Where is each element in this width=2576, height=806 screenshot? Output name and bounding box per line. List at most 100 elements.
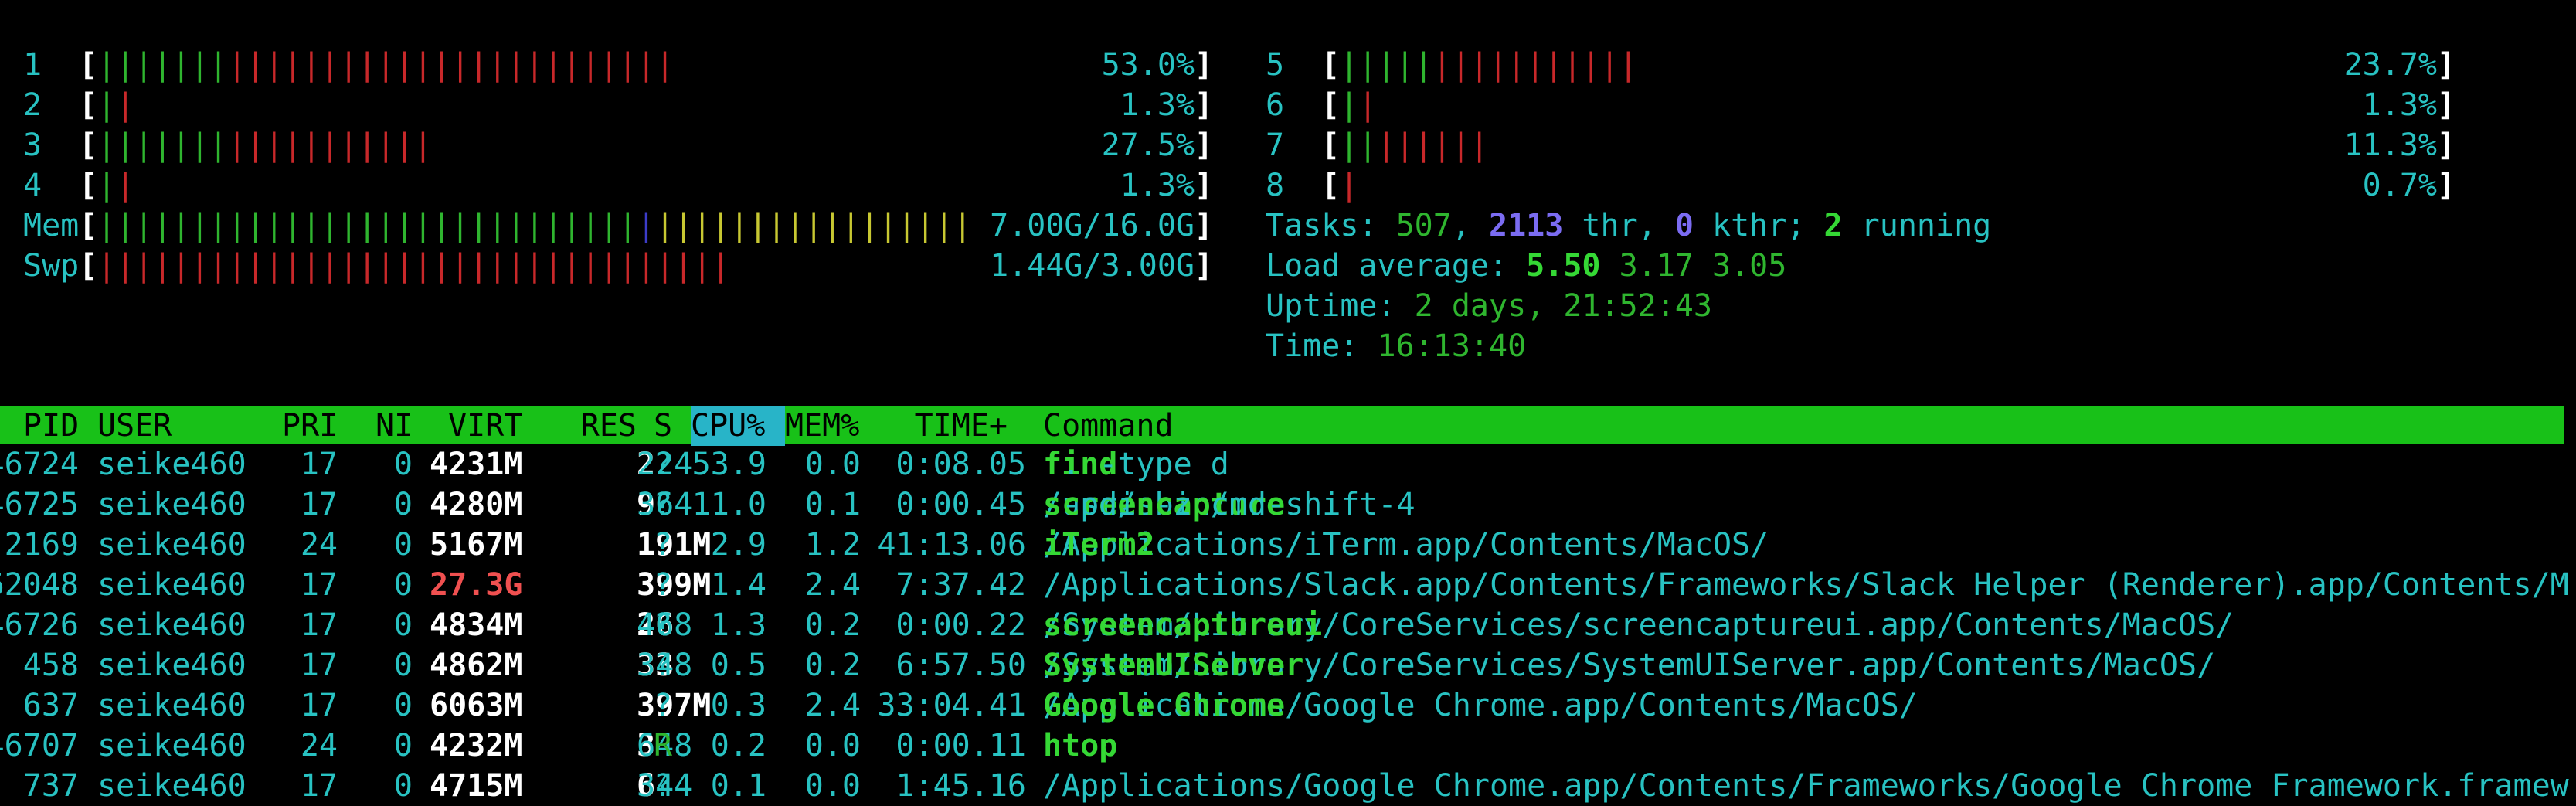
cpu-meter-1: 1[||||||||||||||||||||||||||||||| 53.0%] [23, 45, 1213, 85]
swp-bracket-open: [ [79, 248, 98, 284]
col-virt[interactable]: VIRT [448, 406, 522, 446]
user-cell: seike460 [97, 567, 246, 603]
virt-cell: 4715M [430, 768, 523, 804]
process-row[interactable]: 737 seike460 17 0 4715M 6 344? 0.1 0.0 1:45.16/Ap… [0, 766, 2576, 806]
process-row[interactable]: 46724seike4601704231M2224?53.90.00:08.05… [0, 444, 2576, 485]
process-row[interactable]: 458 seike460 17 0 4862M 33 348? 0.5 0.2 6:57.50/S… [0, 645, 2576, 685]
cpu-bracket-open: [ [1321, 128, 1341, 163]
cpu-system-bars: | [116, 168, 135, 203]
process-row[interactable]: 46726seike4601704834M26468?1.30.20:00.22… [0, 605, 2576, 645]
cpu-label: 8 [1266, 168, 1285, 203]
ni-cell: 0 [393, 487, 413, 522]
pri-cell: 24 [300, 527, 338, 563]
cpu-user-bars: | [1340, 87, 1359, 123]
load-label: Load average: [1266, 248, 1527, 284]
col-user[interactable]: USER [97, 406, 172, 446]
time-cell: 7:37.42 [895, 567, 1026, 603]
mem-cell: 0.2 [804, 648, 861, 683]
cpu-cell: 2.9 [710, 527, 766, 563]
command-name: screencaptureui [1043, 607, 1323, 643]
col-command[interactable]: Command [1043, 406, 1174, 446]
cpu-value: 1.3% [1120, 87, 1195, 123]
time-cell: 0:00.45 [895, 487, 1026, 522]
col-ni[interactable]: NI [376, 406, 413, 446]
load-5min: 3.17 [1619, 248, 1694, 284]
swp-bars: |||||||||||||||||||||||||||||||||| [97, 248, 730, 284]
virt-cell: 4232M [430, 728, 523, 763]
cpu-bars: || [97, 85, 134, 125]
pid-cell: 637 [22, 688, 79, 723]
ni-cell: 0 [393, 648, 413, 683]
mem-cache-bars: ||||||||||||||||| [655, 208, 972, 243]
swp-value: 1.44G/3.00G [990, 248, 1195, 284]
user-cell: seike460 [97, 648, 246, 683]
cpu-system-bars: |||||||||||||||||||||||| [227, 47, 675, 83]
process-row[interactable]: 46707seike4602404232M3648R0.20.00:00.11h… [0, 726, 2576, 766]
virt-cell: 4231M [430, 447, 523, 482]
col-pid[interactable]: PID [23, 406, 79, 446]
cpu-bracket-open: [ [1321, 47, 1341, 83]
user-cell: seike460 [97, 487, 246, 522]
cpu-meter-3: 3[|||||||||||||||||| 27.5%] [23, 125, 1213, 165]
cpu-bracket-close: ] [1194, 87, 1213, 123]
mem-cell: 0.0 [804, 447, 861, 482]
process-row[interactable]: 46725seike4601704280M9364?11.00.10:00.45… [0, 485, 2576, 525]
col-pri[interactable]: PRI [282, 406, 338, 446]
state-cell: ? [654, 447, 673, 482]
mem-label: Mem [23, 208, 80, 243]
threads-label: thr, [1563, 208, 1675, 243]
process-row[interactable]: 637 seike460 17 0 6063M 397M? 0.3 2.4 33:04.41/A… [0, 685, 2576, 726]
cpu-bracket-close: ] [2436, 47, 2455, 83]
kthreads-count: 0 [1674, 208, 1694, 243]
time-value: 16:13:40 [1377, 328, 1527, 364]
swp-label: Swp [23, 248, 80, 284]
col-mem[interactable]: MEM% [785, 406, 859, 446]
cpu-system-bars: | [116, 87, 135, 123]
pri-cell: 17 [300, 607, 338, 643]
pri-cell: 17 [300, 768, 338, 804]
time-cell: 0:00.22 [895, 607, 1026, 643]
command-name: Google Chrome [1043, 688, 1286, 723]
cpu-bracket-open: [ [1321, 168, 1341, 203]
mem-cell: 0.1 [804, 487, 861, 522]
cpu-value: 11.3% [2343, 128, 2437, 163]
pri-cell: 17 [300, 648, 338, 683]
col-res[interactable]: RES [541, 406, 637, 446]
cpu-user-bars: ||||| [1340, 47, 1433, 83]
process-row[interactable]: 2169 seike460 24 0 5167M 191M? 2.9 1.2 41:13.06/… [0, 525, 2576, 565]
command-name: htop [1043, 728, 1118, 763]
pid-cell: 2169 [4, 527, 79, 563]
user-cell: seike460 [97, 728, 246, 763]
mem-cell: 2.4 [804, 567, 861, 603]
cpu-bars: | [1340, 165, 1358, 206]
cpu-cell: 0.1 [710, 768, 766, 804]
ni-cell: 0 [393, 567, 413, 603]
time-cell: 41:13.06 [877, 527, 1026, 563]
uptime-value: 2 days, 21:52:43 [1414, 288, 1712, 324]
pid-cell: 46724 [0, 447, 79, 482]
time-label: Time: [1266, 328, 1378, 364]
cpu-bars: || [97, 165, 134, 206]
state-cell: ? [654, 768, 673, 804]
col-time[interactable]: TIME+ [895, 406, 1008, 446]
process-row[interactable]: 62048seike46017027.3G399M?1.42.47:37.42/… [0, 565, 2576, 605]
command-name: SystemUIServer [1043, 648, 1304, 683]
cpu-user-bars: ||||||| [97, 47, 228, 83]
col-state[interactable]: S [654, 406, 672, 446]
pid-cell: 737 [22, 768, 79, 804]
cpu-bracket-open: [ [79, 128, 98, 163]
cpu-user-bars: || [1340, 128, 1378, 163]
cpu-label: 1 [23, 47, 42, 83]
virt-cell: 6063M [430, 688, 523, 723]
command-path: /Applications/Slack.app/Contents/Framewo… [1043, 567, 2569, 603]
mem-cell: 1.2 [804, 527, 861, 563]
col-cpu[interactable]: CPU% [691, 406, 785, 446]
virt-cell: 4280M [430, 487, 523, 522]
cpu-user-bars: ||||||| [97, 128, 228, 163]
cpu-label: 3 [23, 128, 42, 163]
pri-cell: 17 [300, 447, 338, 482]
cpu-meter-5: 5[|||||||||||||||| 23.7%] [1266, 45, 2455, 85]
load-15min: 3.05 [1712, 248, 1787, 284]
cpu-system-bars: ||||||||||| [227, 128, 433, 163]
cpu-bars: || [1340, 85, 1377, 125]
